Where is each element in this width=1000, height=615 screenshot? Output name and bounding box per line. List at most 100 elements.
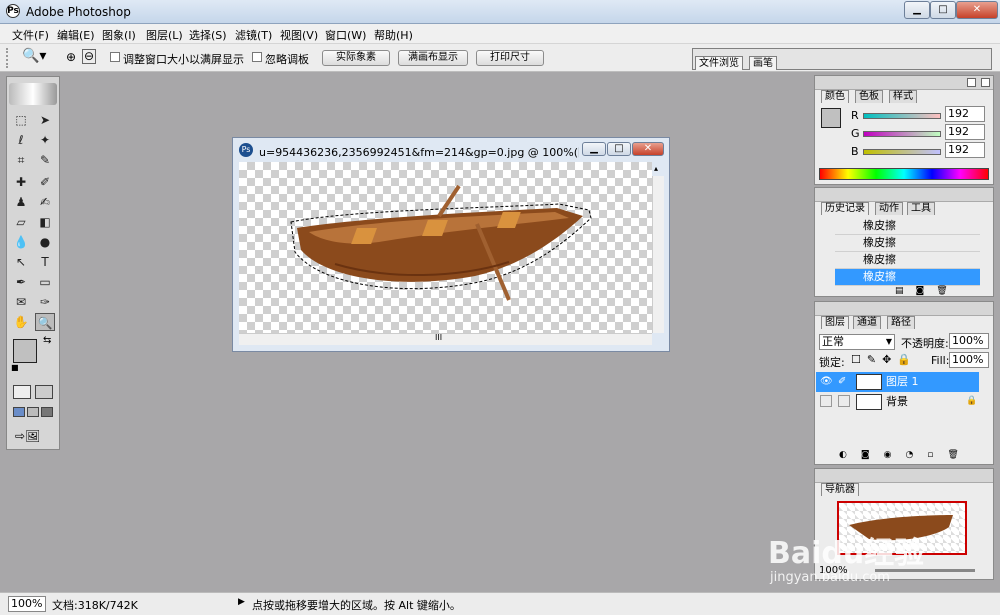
link-toggle[interactable] — [838, 395, 850, 407]
color-ramp[interactable] — [819, 168, 989, 180]
doc-close-button[interactable]: ✕ — [632, 142, 664, 156]
history-item[interactable]: 橡皮擦 — [835, 218, 980, 235]
tab-navigator[interactable]: 导航器 — [821, 483, 859, 496]
history-footer-icons[interactable]: ▤◙🗑 — [895, 286, 960, 296]
history-panel-header[interactable] — [815, 188, 993, 202]
tab-actions[interactable]: 动作 — [875, 202, 903, 215]
adobe-online-logo-icon[interactable] — [9, 83, 57, 105]
layer-row[interactable]: 背景 🔒 — [816, 392, 979, 412]
status-arrow-icon[interactable]: ▶ — [238, 597, 245, 607]
canvas[interactable] — [239, 162, 652, 333]
menu-window[interactable]: 窗口(W) — [325, 27, 366, 43]
minimize-button[interactable]: ▁ — [904, 1, 930, 19]
eye-icon[interactable]: 👁 — [820, 372, 833, 391]
layers-footer-icons[interactable]: ◐◙◉◔▫🗑 — [839, 450, 973, 460]
lasso-tool-icon[interactable]: ℓ — [11, 131, 31, 149]
tab-paths[interactable]: 路径 — [887, 316, 915, 329]
vertical-scrollbar[interactable] — [652, 176, 664, 333]
blur-tool-icon[interactable]: 💧 — [11, 233, 31, 251]
layer-row-selected[interactable]: 👁 ✐ 图层 1 — [816, 372, 979, 392]
tab-history[interactable]: 历史记录 — [821, 202, 869, 215]
panel-close-icon[interactable] — [981, 78, 990, 87]
history-item-selected[interactable]: 橡皮擦 — [835, 269, 980, 286]
green-value-input[interactable]: 192 — [945, 124, 985, 140]
notes-tool-icon[interactable]: ✉ — [11, 293, 31, 311]
jump-to-imageready-icon[interactable]: ⇨🖼 — [15, 429, 40, 443]
doc-size-info[interactable]: 文档:318K/742K — [52, 597, 138, 613]
menu-select[interactable]: 选择(S) — [189, 27, 227, 43]
visibility-toggle[interactable] — [820, 395, 832, 407]
default-colors-icon[interactable]: ■ — [11, 363, 19, 372]
zoom-level-field[interactable]: 100% — [8, 596, 46, 612]
standard-mode-icon[interactable] — [13, 385, 31, 399]
tab-tools[interactable]: 工具 — [907, 202, 935, 215]
scroll-grip[interactable]: III — [435, 333, 442, 342]
menu-file[interactable]: 文件(F) — [12, 27, 49, 43]
actual-pixels-button[interactable]: 实际象素 — [322, 50, 390, 66]
tab-brushes[interactable]: 画笔 — [749, 56, 777, 70]
close-button[interactable]: ✕ — [956, 1, 998, 19]
zoom-in-icon[interactable]: ⊕ — [66, 50, 76, 64]
tab-swatches[interactable]: 色板 — [855, 90, 883, 103]
layers-panel-header[interactable] — [815, 302, 993, 316]
foreground-color-swatch[interactable] — [13, 339, 37, 363]
fill-input[interactable]: 100% — [949, 352, 989, 368]
doc-minimize-button[interactable]: ▁ — [582, 142, 606, 156]
doc-maximize-button[interactable]: □ — [607, 142, 631, 156]
blue-value-input[interactable]: 192 — [945, 142, 985, 158]
screen-mode-full-menu-icon[interactable] — [27, 407, 39, 417]
crop-tool-icon[interactable]: ⌗ — [11, 151, 31, 169]
green-slider[interactable] — [863, 131, 941, 137]
scroll-up-icon[interactable]: ▴ — [654, 164, 663, 174]
path-selection-icon[interactable]: ↖ — [11, 253, 31, 271]
healing-brush-icon[interactable]: ✚ — [11, 173, 31, 191]
resize-window-checkbox[interactable] — [110, 52, 120, 62]
tab-file-browser[interactable]: 文件浏览 — [695, 56, 743, 70]
history-item[interactable]: 橡皮擦 — [835, 252, 980, 269]
maximize-button[interactable]: □ — [930, 1, 956, 19]
dodge-tool-icon[interactable]: ● — [35, 233, 55, 251]
eyedropper-tool-icon[interactable]: ✑ — [35, 293, 55, 311]
menu-view[interactable]: 视图(V) — [280, 27, 318, 43]
grip-handle[interactable] — [6, 48, 10, 68]
shape-tool-icon[interactable]: ▭ — [35, 273, 55, 291]
panel-minimize-icon[interactable] — [967, 78, 976, 87]
lock-icons[interactable]: ☐✎✥🔒 — [851, 353, 917, 366]
menu-image[interactable]: 图象(I) — [102, 27, 136, 43]
menu-filter[interactable]: 滤镜(T) — [235, 27, 272, 43]
ignore-palettes-checkbox[interactable] — [252, 52, 262, 62]
menu-help[interactable]: 帮助(H) — [374, 27, 413, 43]
screen-mode-full-icon[interactable] — [41, 407, 53, 417]
zoom-tool-preset-icon[interactable]: 🔍▾ — [22, 48, 46, 64]
gradient-tool-icon[interactable]: ◧ — [35, 213, 55, 231]
print-size-button[interactable]: 打印尺寸 — [476, 50, 544, 66]
eraser-tool-icon[interactable]: ▱ — [11, 213, 31, 231]
brush-link-icon[interactable]: ✐ — [838, 372, 846, 391]
quick-mask-icon[interactable] — [35, 385, 53, 399]
magic-wand-tool-icon[interactable]: ✦ — [35, 131, 55, 149]
hand-tool-icon[interactable]: ✋ — [11, 313, 31, 331]
brush-tool-icon[interactable]: ✐ — [35, 173, 55, 191]
tab-channels[interactable]: 通道 — [853, 316, 881, 329]
history-item[interactable]: 橡皮擦 — [835, 235, 980, 252]
menu-layer[interactable]: 图层(L) — [146, 27, 183, 43]
slice-tool-icon[interactable]: ✎ — [35, 151, 55, 169]
zoom-out-icon[interactable]: ⊖ — [82, 49, 96, 64]
opacity-input[interactable]: 100% — [949, 333, 989, 349]
marquee-tool-icon[interactable]: ⬚ — [11, 111, 31, 129]
menu-edit[interactable]: 编辑(E) — [57, 27, 95, 43]
blue-slider[interactable] — [863, 149, 941, 155]
tab-layers[interactable]: 图层 — [821, 316, 849, 329]
screen-mode-standard-icon[interactable] — [13, 407, 25, 417]
red-slider[interactable] — [863, 113, 941, 119]
fg-color-swatch[interactable] — [821, 108, 841, 128]
horizontal-scrollbar[interactable]: III — [239, 333, 652, 345]
move-tool-icon[interactable]: ➤ — [35, 111, 55, 129]
navigator-panel-header[interactable] — [815, 469, 993, 483]
history-brush-icon[interactable]: ✍ — [35, 193, 55, 211]
fit-on-screen-button[interactable]: 满画布显示 — [398, 50, 468, 66]
pen-tool-icon[interactable]: ✒ — [11, 273, 31, 291]
swap-colors-icon[interactable]: ⇆ — [43, 335, 51, 346]
red-value-input[interactable]: 192 — [945, 106, 985, 122]
type-tool-icon[interactable]: T — [35, 253, 55, 271]
